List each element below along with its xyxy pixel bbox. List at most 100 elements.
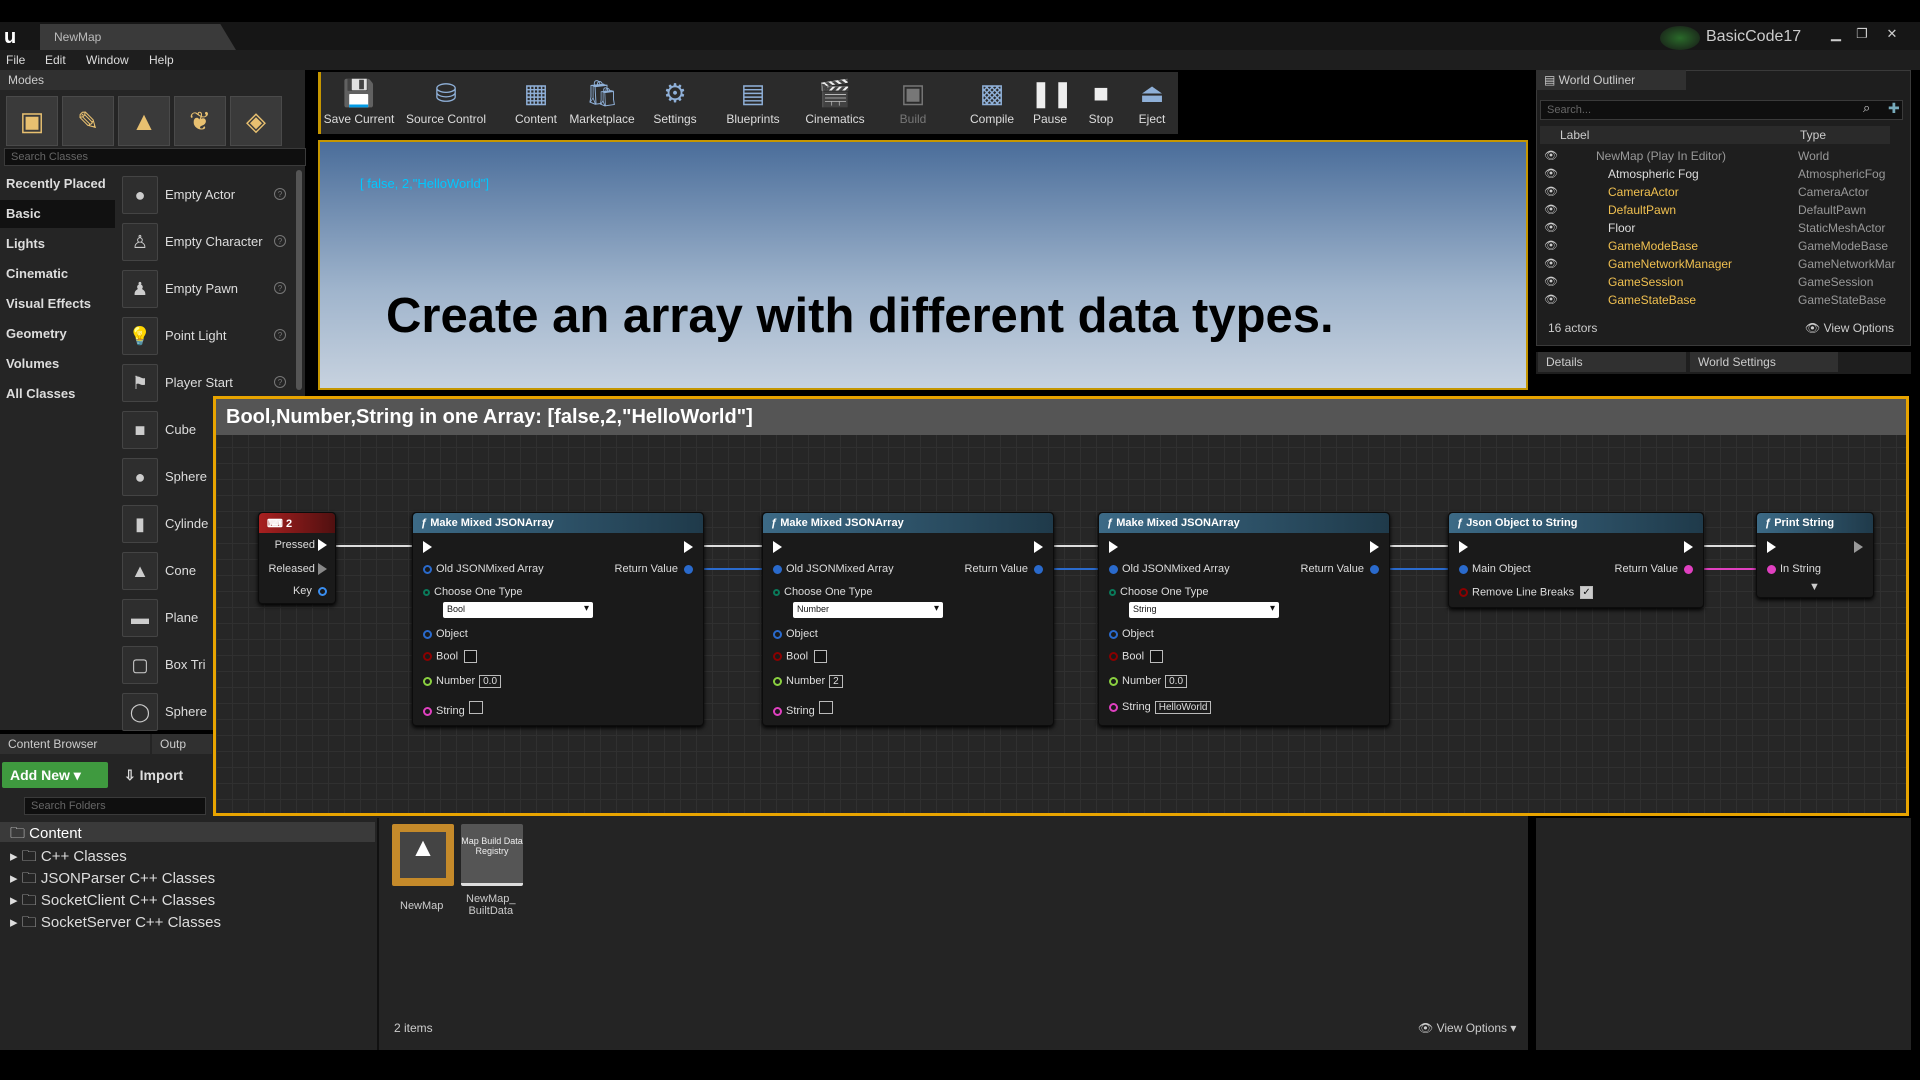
type-dropdown[interactable]: String	[1129, 602, 1279, 618]
pin-return-value[interactable]: Return Value	[1615, 563, 1693, 575]
pin-choose-type[interactable]: Choose One Type	[423, 586, 522, 598]
checkbox-checked-icon[interactable]: ✓	[1580, 586, 1594, 599]
pin-choose-type[interactable]: Choose One Type	[1109, 586, 1208, 598]
key-event-node[interactable]: ⌨ 2 Pressed Released Key	[258, 512, 336, 604]
bool-checkbox[interactable]	[464, 650, 478, 663]
exec-in-pin[interactable]	[423, 541, 432, 554]
float-pin-icon	[423, 676, 432, 686]
bool-pin-icon	[773, 652, 782, 661]
number-field[interactable]: 0.0	[479, 675, 502, 688]
json-object-to-string-node[interactable]: ƒ Json Object to String Main Object Retu…	[1448, 512, 1704, 608]
node-title: Print String	[1774, 517, 1835, 529]
pin-return-value[interactable]: Return Value	[615, 563, 693, 575]
pin-object[interactable]: Object	[423, 628, 468, 640]
exec-pin-icon	[1767, 541, 1776, 554]
pin-number[interactable]: Number 0.0	[1109, 675, 1188, 688]
pin-label: Pressed	[274, 539, 315, 551]
object-pin-icon	[1370, 564, 1379, 574]
float-pin-icon	[1109, 676, 1118, 686]
exec-out-pin[interactable]	[1854, 541, 1863, 554]
pin-label: String	[786, 705, 815, 717]
type-dropdown[interactable]: Bool	[443, 602, 593, 618]
pin-pressed[interactable]: Pressed	[274, 539, 327, 552]
function-icon: ƒ	[771, 517, 781, 529]
pin-choose-type[interactable]: Choose One Type	[773, 586, 872, 598]
string-pin-icon	[773, 706, 782, 716]
pin-main-object[interactable]: Main Object	[1459, 563, 1531, 575]
node-header: ƒ Make Mixed JSONArray	[763, 513, 1053, 533]
node-header: ƒ Make Mixed JSONArray	[413, 513, 703, 533]
pin-string[interactable]: String HelloWorld	[1109, 701, 1212, 714]
exec-out-pin[interactable]	[1684, 541, 1693, 554]
make-mixed-jsonarray-node[interactable]: ƒ Make Mixed JSONArray Old JSONMixed Arr…	[412, 512, 704, 726]
pin-label: Number	[436, 675, 476, 687]
pin-bool[interactable]: Bool	[773, 650, 828, 663]
pin-return-value[interactable]: Return Value	[1301, 563, 1379, 575]
function-icon: ƒ	[1765, 517, 1775, 529]
pin-label: Old JSONMixed Array	[786, 563, 894, 575]
pin-return-value[interactable]: Return Value	[965, 563, 1043, 575]
pin-label: Bool	[436, 650, 459, 663]
object-pin-icon	[423, 629, 432, 639]
keyboard-icon: ⌨	[267, 518, 286, 530]
pin-label: Main Object	[1472, 563, 1531, 575]
string-field[interactable]	[468, 701, 483, 714]
pin-remove-line-breaks[interactable]: Remove Line Breaks ✓	[1459, 586, 1594, 599]
pin-label: Object	[786, 628, 818, 640]
make-mixed-jsonarray-node[interactable]: ƒ Make Mixed JSONArray Old JSONMixed Arr…	[762, 512, 1054, 726]
string-field[interactable]	[818, 701, 833, 714]
pin-in-string[interactable]: In String	[1767, 563, 1821, 575]
pin-string[interactable]: String	[773, 701, 833, 717]
node-header: ƒ Print String	[1757, 513, 1873, 533]
pin-released[interactable]: Released	[268, 563, 327, 576]
print-string-node[interactable]: ƒ Print String In String ▼	[1756, 512, 1874, 598]
exec-pin-icon	[1109, 541, 1118, 554]
pin-bool[interactable]: Bool	[423, 650, 478, 663]
pin-label: Old JSONMixed Array	[436, 563, 544, 575]
bool-checkbox[interactable]	[814, 650, 828, 663]
bool-checkbox[interactable]	[1150, 650, 1164, 663]
enum-pin-icon	[773, 588, 780, 596]
make-mixed-jsonarray-node[interactable]: ƒ Make Mixed JSONArray Old JSONMixed Arr…	[1098, 512, 1390, 726]
object-pin-icon	[684, 564, 693, 574]
object-pin-icon	[773, 629, 782, 639]
type-dropdown[interactable]: Number	[793, 602, 943, 618]
pin-number[interactable]: Number 0.0	[423, 675, 502, 688]
exec-pin-icon	[423, 541, 432, 554]
pin-number[interactable]: Number 2	[773, 675, 843, 688]
exec-out-pin[interactable]	[1370, 541, 1379, 554]
pin-old-array[interactable]: Old JSONMixed Array	[423, 563, 544, 575]
pin-label: Bool	[786, 650, 809, 663]
pin-string[interactable]: String	[423, 701, 483, 717]
number-field[interactable]: 2	[829, 675, 843, 688]
pin-object[interactable]: Object	[1109, 628, 1154, 640]
float-pin-icon	[773, 676, 782, 686]
exec-pin-icon	[1459, 541, 1468, 554]
expand-arrow-icon[interactable]: ▼	[1809, 581, 1820, 593]
pin-key[interactable]: Key	[293, 585, 327, 597]
pin-object[interactable]: Object	[773, 628, 818, 640]
pin-label: Choose One Type	[434, 586, 523, 598]
pin-label: Remove Line Breaks	[1472, 586, 1575, 599]
pin-bool[interactable]: Bool	[1109, 650, 1164, 663]
node-title: Make Mixed JSONArray	[430, 517, 554, 529]
exec-in-pin[interactable]	[1109, 541, 1118, 554]
object-pin-icon	[1459, 564, 1468, 574]
exec-in-pin[interactable]	[1459, 541, 1468, 554]
exec-in-pin[interactable]	[773, 541, 782, 554]
pin-label: String	[1122, 701, 1151, 713]
exec-out-pin[interactable]	[1034, 541, 1043, 554]
exec-in-pin[interactable]	[1767, 541, 1776, 554]
object-pin-icon	[1034, 564, 1043, 574]
number-field[interactable]: 0.0	[1165, 675, 1188, 688]
pin-old-array[interactable]: Old JSONMixed Array	[773, 563, 894, 575]
exec-pin-icon	[773, 541, 782, 554]
enum-pin-icon	[423, 588, 430, 596]
string-field[interactable]: HelloWorld	[1154, 701, 1212, 714]
pin-label: Released	[268, 563, 315, 575]
exec-pin-icon	[1370, 541, 1379, 554]
exec-pin-icon	[318, 539, 327, 552]
pin-old-array[interactable]: Old JSONMixed Array	[1109, 563, 1230, 575]
pin-label: Old JSONMixed Array	[1122, 563, 1230, 575]
exec-out-pin[interactable]	[684, 541, 693, 554]
